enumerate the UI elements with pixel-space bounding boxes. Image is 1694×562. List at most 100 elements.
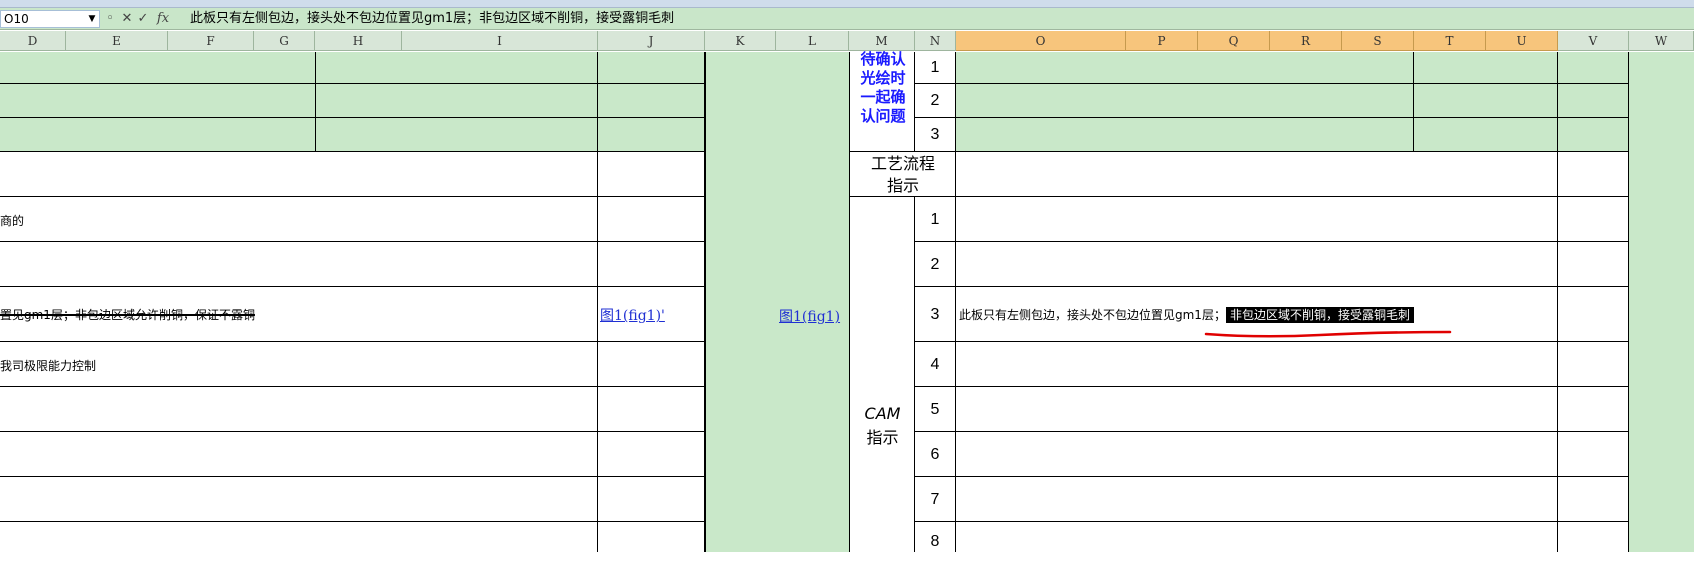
cell-o-cam1[interactable] xyxy=(956,197,1558,242)
confirm-label-cell[interactable]: 待确认光绘时一起确认问题 xyxy=(849,50,915,152)
cell-v-row7[interactable] xyxy=(1558,287,1629,342)
cancel-edit-icon[interactable]: ✕ xyxy=(119,10,135,28)
cell-t-row2[interactable] xyxy=(1414,84,1558,118)
cell-o-row3[interactable] xyxy=(956,118,1414,152)
cam-row-number[interactable]: 5 xyxy=(915,387,956,432)
column-header-q[interactable]: Q xyxy=(1198,31,1270,51)
column-header-e[interactable]: E xyxy=(66,31,168,51)
figure-link-l[interactable]: 图1(fig1) xyxy=(779,306,840,326)
cell-o-row1[interactable] xyxy=(956,52,1414,84)
name-box-dropdown-icon[interactable]: ▼ xyxy=(86,11,98,27)
confirm-row-number[interactable]: 2 xyxy=(915,84,956,118)
cell-left-row5[interactable]: 商的 xyxy=(0,197,598,242)
cell-o-row2[interactable] xyxy=(956,84,1414,118)
cell-j-row11[interactable] xyxy=(598,477,705,522)
cell-j-row5[interactable] xyxy=(598,197,705,242)
cell-j-row10[interactable] xyxy=(598,432,705,477)
column-header-t[interactable]: T xyxy=(1414,31,1486,51)
border-k-left xyxy=(705,52,706,552)
cell-i-row3[interactable] xyxy=(316,118,598,152)
cam-row-number[interactable]: 2 xyxy=(915,242,956,287)
cell-j-row7[interactable]: 图1(fig1)' xyxy=(598,287,705,342)
cell-o-cam4[interactable] xyxy=(956,342,1558,387)
cell-j-row9[interactable] xyxy=(598,387,705,432)
cell-v-row1[interactable] xyxy=(1558,52,1629,84)
cam-row-number[interactable]: 1 xyxy=(915,197,956,242)
cam-row-number[interactable]: 8 xyxy=(915,522,956,552)
cell-v-row6[interactable] xyxy=(1558,242,1629,287)
column-header-j[interactable]: J xyxy=(598,31,705,51)
figure-link-j[interactable]: 图1(fig1)' xyxy=(600,305,665,325)
cell-o-cam7[interactable] xyxy=(956,477,1558,522)
cell-v-row10[interactable] xyxy=(1558,432,1629,477)
cell-i-row2[interactable] xyxy=(316,84,598,118)
cell-o-process[interactable] xyxy=(956,152,1558,197)
cam-row-number[interactable]: 3 xyxy=(915,287,956,342)
name-box[interactable]: O10 xyxy=(0,10,100,28)
cell-v-row2[interactable] xyxy=(1558,84,1629,118)
process-label-cell[interactable]: 工艺流程 指示 xyxy=(849,152,956,197)
cam-row-number[interactable]: 4 xyxy=(915,342,956,387)
cell-i-row1[interactable] xyxy=(316,52,598,84)
cell-j-row2[interactable] xyxy=(598,84,705,118)
column-header-u[interactable]: U xyxy=(1486,31,1558,51)
cell-v-row3[interactable] xyxy=(1558,118,1629,152)
cell-t-row1[interactable] xyxy=(1414,52,1558,84)
cell-left-row2[interactable] xyxy=(0,84,316,118)
cell-o-cam8[interactable] xyxy=(956,522,1558,552)
column-header-f[interactable]: F xyxy=(168,31,254,51)
cell-o-cam5[interactable] xyxy=(956,387,1558,432)
cell-left-row3[interactable] xyxy=(0,118,316,152)
column-header-g[interactable]: G xyxy=(254,31,315,51)
column-header-p[interactable]: P xyxy=(1126,31,1198,51)
cam-label-cell[interactable]: CAM 指示 xyxy=(849,197,915,552)
cell-t-row3[interactable] xyxy=(1414,118,1558,152)
column-header-k[interactable]: K xyxy=(705,31,776,51)
cell-o-cam2[interactable] xyxy=(956,242,1558,287)
cell-left-row4[interactable] xyxy=(0,152,598,197)
cell-left-row12[interactable] xyxy=(0,522,598,552)
cell-v-row11[interactable] xyxy=(1558,477,1629,522)
cell-left-row8[interactable]: 我司极限能力控制 xyxy=(0,342,598,387)
column-header-d[interactable]: D xyxy=(0,31,66,51)
cells-k-l[interactable] xyxy=(705,52,849,552)
cell-v-row4[interactable] xyxy=(1558,152,1629,197)
cam-row-number[interactable]: 7 xyxy=(915,477,956,522)
cell-left-row11[interactable] xyxy=(0,477,598,522)
cell-j-row3[interactable] xyxy=(598,118,705,152)
confirm-edit-icon[interactable]: ✓ xyxy=(135,10,151,28)
column-header-s[interactable]: S xyxy=(1342,31,1414,51)
confirm-row-number[interactable]: 1 xyxy=(915,52,956,84)
formula-content[interactable]: 此板只有左侧包边，接头处不包边位置见gm1层；非包边区域不削铜，接受露铜毛刺 xyxy=(190,8,674,30)
cell-v-row8[interactable] xyxy=(1558,342,1629,387)
column-header-m[interactable]: M xyxy=(849,31,915,51)
cell-o-cam6[interactable] xyxy=(956,432,1558,477)
process-label-line2: 指示 xyxy=(886,176,919,195)
cell-text: 我司极限能力控制 xyxy=(0,359,97,373)
column-header-r[interactable]: R xyxy=(1270,31,1342,51)
column-header-l[interactable]: L xyxy=(776,31,849,51)
cell-j-row12[interactable] xyxy=(598,522,705,552)
cell-left-row6[interactable] xyxy=(0,242,598,287)
cell-left-row1[interactable] xyxy=(0,52,316,84)
cell-j-row8[interactable] xyxy=(598,342,705,387)
cell-j-row4[interactable] xyxy=(598,152,705,197)
column-header-n[interactable]: N xyxy=(915,31,956,51)
cell-j-row1[interactable] xyxy=(598,52,705,84)
confirm-row-number[interactable]: 3 xyxy=(915,118,956,152)
insert-function-icon[interactable]: fx xyxy=(152,10,174,28)
column-header-h[interactable]: H xyxy=(315,31,402,51)
cell-left-row10[interactable] xyxy=(0,432,598,477)
column-header-i[interactable]: I xyxy=(402,31,598,51)
cam-row-number[interactable]: 6 xyxy=(915,432,956,477)
column-header-o[interactable]: O xyxy=(956,31,1126,51)
cell-v-row9[interactable] xyxy=(1558,387,1629,432)
cell-v-row12[interactable] xyxy=(1558,522,1629,552)
cell-j-row6[interactable] xyxy=(598,242,705,287)
column-header-w[interactable]: W xyxy=(1629,31,1694,51)
column-header-v[interactable]: V xyxy=(1558,31,1629,51)
cells-w[interactable] xyxy=(1629,52,1694,552)
cell-left-row7[interactable]: 置见gm1层；非包边区域允许削铜，保证不露铜 xyxy=(0,287,598,342)
cell-left-row9[interactable] xyxy=(0,387,598,432)
cell-v-row5[interactable] xyxy=(1558,197,1629,242)
